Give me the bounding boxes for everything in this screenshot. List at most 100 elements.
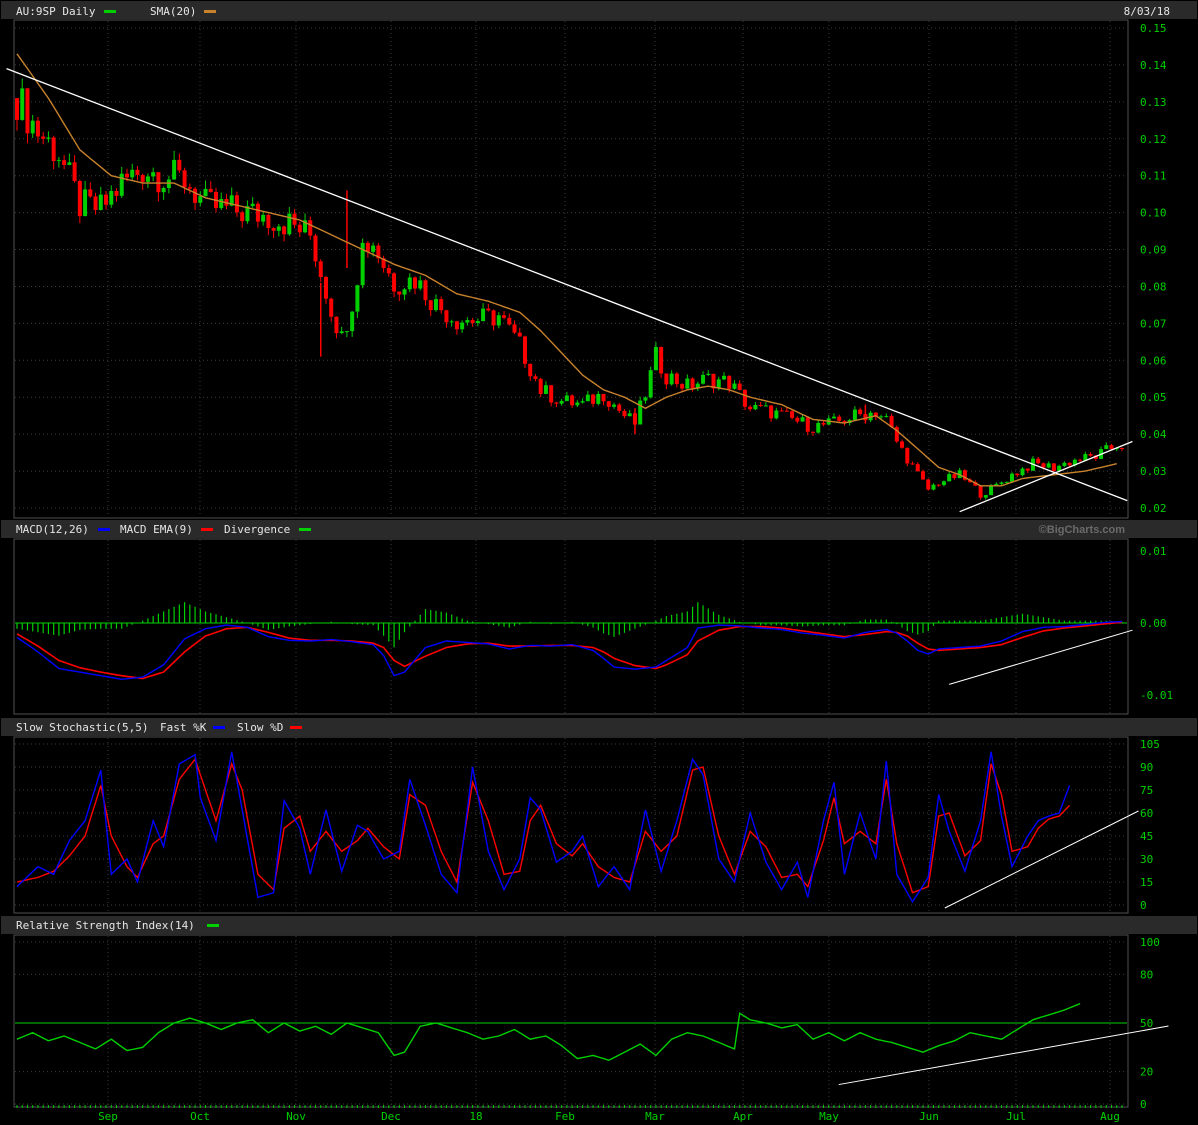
price-candle-body [858, 409, 863, 415]
price-candle-body [130, 169, 135, 178]
price-candle-body [145, 176, 150, 182]
price-candle-body [156, 172, 161, 193]
price-candle-body [879, 416, 884, 418]
price-tick-label: 0.15 [1140, 22, 1167, 35]
price-candle-body [790, 411, 795, 418]
price-candle-body [203, 188, 208, 197]
price-candle-body [402, 289, 407, 295]
price-candle-body [1010, 473, 1015, 482]
price-candle-body [1062, 462, 1067, 466]
price-candle-body [1046, 463, 1051, 468]
price-candle-body [88, 189, 93, 197]
divergence-legend-swatch [299, 528, 311, 531]
price-candle-body [255, 203, 260, 222]
x-axis-month-label: Dec [381, 1110, 401, 1123]
price-candle-body [449, 321, 454, 323]
price-candle-body [653, 347, 658, 371]
price-candle-body [648, 370, 653, 398]
price-candle-body [35, 120, 40, 137]
price-candle-body [407, 277, 412, 290]
x-axis-month-label: Apr [733, 1110, 753, 1123]
price-candle-body [601, 393, 606, 402]
divergence-legend-label: Divergence [224, 523, 290, 536]
price-candle-body [622, 410, 627, 417]
price-candle-body [30, 120, 35, 134]
price-candle-body [926, 479, 931, 490]
price-candle-body [774, 410, 779, 419]
price-candle-body [355, 285, 360, 312]
price-candle-body [831, 416, 836, 419]
price-candle-body [261, 214, 266, 222]
price-candle-body [732, 383, 737, 389]
fast-k-legend-label: Fast %K [160, 721, 207, 734]
stoch-tick-label: 0 [1140, 899, 1147, 912]
price-candle-body [323, 277, 328, 299]
macd-ema-legend-label: MACD EMA(9) [120, 523, 193, 536]
price-candle-body [952, 474, 957, 479]
x-axis-month-label: May [819, 1110, 839, 1123]
price-tick-label: 0.11 [1140, 170, 1167, 183]
price-tick-label: 0.03 [1140, 465, 1167, 478]
price-candle-body [266, 214, 271, 229]
price-candle-body [1015, 473, 1020, 476]
stoch-tick-label: 30 [1140, 853, 1153, 866]
price-candle-body [329, 298, 334, 317]
price-candle-body [564, 395, 569, 401]
price-candle-body [543, 385, 548, 394]
price-candle-body [580, 401, 585, 403]
price-candle-body [737, 383, 742, 390]
price-candle-body [413, 277, 418, 289]
price-candle-body [475, 321, 480, 324]
price-candle-body [931, 484, 936, 490]
price-candle-body [517, 332, 522, 337]
stoch-tick-label: 75 [1140, 784, 1153, 797]
price-candle-body [1104, 445, 1109, 450]
price-candle-body [496, 315, 501, 326]
macd-legend-label: MACD(12,26) [16, 523, 89, 536]
sma-legend-label: SMA(20) [150, 5, 196, 18]
price-tick-label: 0.05 [1140, 391, 1167, 404]
price-candle-body [763, 405, 768, 407]
stoch-tick-label: 45 [1140, 830, 1153, 843]
price-tick-label: 0.09 [1140, 244, 1167, 257]
price-candle-body [433, 299, 438, 311]
price-candle-body [811, 431, 816, 433]
price-candle-body [119, 173, 124, 196]
price-candle-body [1067, 462, 1072, 466]
price-candle-body [182, 170, 187, 188]
price-candle-body [549, 385, 554, 403]
price-candle-body [104, 194, 109, 205]
price-candle-body [758, 404, 763, 406]
price-candle-body [1025, 468, 1030, 471]
price-candle-body [837, 416, 842, 421]
macd-tick-label: 0.00 [1140, 617, 1167, 630]
price-candle-body [67, 162, 72, 165]
price-candle-body [753, 404, 758, 410]
price-tick-label: 0.14 [1140, 59, 1167, 72]
price-candle-body [109, 190, 114, 205]
price-candle-body [386, 268, 391, 274]
price-candle-body [208, 188, 213, 192]
price-candle-body [439, 299, 444, 311]
price-candle-body [491, 310, 496, 326]
price-candle-body [177, 159, 182, 171]
fast-k-legend-swatch [213, 726, 225, 729]
price-candle-body [664, 373, 669, 385]
price-candle-body [172, 159, 177, 180]
price-candle-body [1020, 468, 1025, 476]
price-candle-body [606, 401, 611, 407]
price-candle-body [910, 463, 915, 465]
x-axis-month-label: Jul [1006, 1110, 1026, 1123]
price-candle-body [721, 375, 726, 380]
price-candle-body [365, 242, 370, 252]
price-candle-body [72, 162, 77, 182]
price-candle-body [98, 194, 103, 210]
price-candle-body [978, 485, 983, 498]
price-candle-body [596, 393, 601, 404]
slow-d-legend-swatch [290, 726, 302, 729]
price-candle-body [701, 374, 706, 384]
price-candle-body [271, 228, 276, 231]
price-candle-body [742, 389, 747, 407]
price-candle-body [1004, 481, 1009, 483]
price-candle-body [465, 320, 470, 323]
